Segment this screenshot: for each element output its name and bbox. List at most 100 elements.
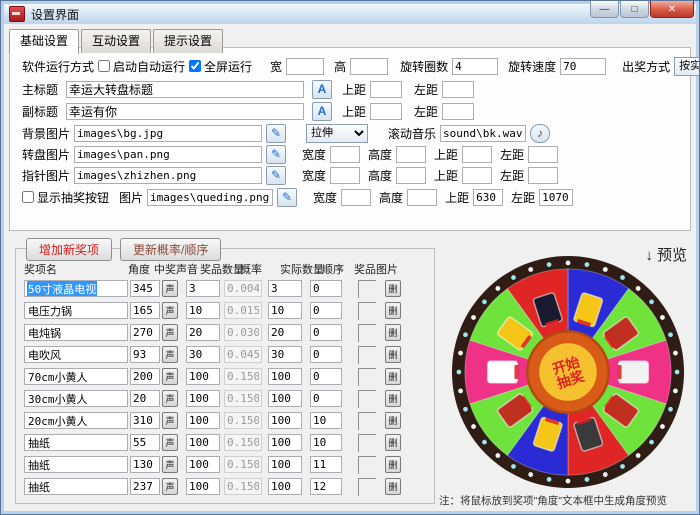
main-title-top-input[interactable] [370,81,402,98]
prize-actual-qty-input[interactable] [268,302,302,319]
prize-delete-button[interactable]: 删 [385,302,401,319]
prize-sound-button[interactable]: 声 [162,478,178,495]
prize-actual-qty-input[interactable] [268,434,302,451]
prize-order-input[interactable] [310,456,342,473]
prize-qty-input[interactable] [186,478,220,495]
prize-image-placeholder[interactable] [358,346,376,364]
prize-mode-select[interactable]: 按实际奖品数出奖 [674,57,700,76]
prize-delete-button[interactable]: 删 [385,456,401,473]
prize-name-input[interactable]: 电吹风 [24,346,128,363]
music-browse-button[interactable]: ♪ [530,124,550,143]
prize-actual-qty-input[interactable] [268,412,302,429]
prize-sound-button[interactable]: 声 [162,456,178,473]
pointer-height-input[interactable] [396,167,426,184]
prize-qty-input[interactable] [186,390,220,407]
main-title-input[interactable] [66,81,304,98]
prize-delete-button[interactable]: 删 [385,478,401,495]
pointer-top-input[interactable] [462,167,492,184]
start-lottery-button[interactable]: 开始抽奖 [527,331,608,412]
wheel-top-input[interactable] [462,146,492,163]
prize-order-input[interactable] [310,434,342,451]
prize-angle-input[interactable] [130,456,160,473]
tab-prompt-settings[interactable]: 提示设置 [153,29,223,53]
prize-name-input[interactable]: 抽纸 [24,434,128,451]
tab-basic-settings[interactable]: 基础设置 [9,29,79,54]
bg-image-input[interactable] [74,125,262,142]
spin-speed-input[interactable] [560,58,606,75]
prize-actual-qty-input[interactable] [268,478,302,495]
wheel-width-input[interactable] [330,146,360,163]
prize-qty-input[interactable] [186,368,220,385]
prize-name-input[interactable]: 电压力锅 [24,302,128,319]
button-image-input[interactable] [147,189,273,206]
wheel-image-browse-button[interactable]: ✎ [266,145,286,164]
prize-delete-button[interactable]: 删 [385,324,401,341]
prize-actual-qty-input[interactable] [268,368,302,385]
prize-qty-input[interactable] [186,280,220,297]
prize-delete-button[interactable]: 删 [385,434,401,451]
button-image-browse-button[interactable]: ✎ [277,188,297,207]
prize-sound-button[interactable]: 声 [162,390,178,407]
prize-qty-input[interactable] [186,302,220,319]
close-button[interactable]: ✕ [650,1,694,18]
prize-image-placeholder[interactable] [358,280,376,298]
screen-width-input[interactable] [286,58,324,75]
prize-actual-qty-input[interactable] [268,346,302,363]
prize-delete-button[interactable]: 删 [385,368,401,385]
prize-image-placeholder[interactable] [358,434,376,452]
button-width-input[interactable] [341,189,371,206]
prize-image-placeholder[interactable] [358,390,376,408]
prize-image-placeholder[interactable] [358,412,376,430]
prize-order-input[interactable] [310,346,342,363]
prize-name-input[interactable]: 30cm小黄人 [24,390,128,407]
prize-delete-button[interactable]: 删 [385,280,401,297]
prize-sound-button[interactable]: 声 [162,346,178,363]
prize-qty-input[interactable] [186,346,220,363]
prize-sound-button[interactable]: 声 [162,368,178,385]
tab-interactive-settings[interactable]: 互动设置 [81,29,151,53]
button-height-input[interactable] [407,189,437,206]
maximize-button[interactable]: □ [620,1,649,18]
prize-image-placeholder[interactable] [358,456,376,474]
prize-sound-button[interactable]: 声 [162,434,178,451]
prize-qty-input[interactable] [186,324,220,341]
button-top-input[interactable] [473,189,503,206]
prize-order-input[interactable] [310,478,342,495]
pointer-left-input[interactable] [528,167,558,184]
auto-run-checkbox[interactable] [98,60,110,72]
prize-name-input[interactable]: 50寸液晶电视 [24,280,128,297]
prize-qty-input[interactable] [186,412,220,429]
prize-actual-qty-input[interactable] [268,390,302,407]
stretch-mode-select[interactable]: 拉伸 [306,124,368,143]
fullscreen-checkbox[interactable] [189,60,201,72]
prize-sound-button[interactable]: 声 [162,302,178,319]
main-title-left-input[interactable] [442,81,474,98]
wheel-height-input[interactable] [396,146,426,163]
button-left-input[interactable] [539,189,573,206]
wheel-image-input[interactable] [74,146,262,163]
prize-angle-input[interactable] [130,280,160,297]
prize-angle-input[interactable] [130,346,160,363]
prize-angle-input[interactable] [130,324,160,341]
prize-qty-input[interactable] [186,434,220,451]
prize-order-input[interactable] [310,368,342,385]
main-title-font-button[interactable]: A [312,80,332,99]
sub-title-top-input[interactable] [370,103,402,120]
sub-title-font-button[interactable]: A [312,102,332,121]
prize-delete-button[interactable]: 删 [385,390,401,407]
wheel-left-input[interactable] [528,146,558,163]
spin-turns-input[interactable] [452,58,498,75]
sub-title-input[interactable] [66,103,304,120]
prize-image-placeholder[interactable] [358,368,376,386]
music-input[interactable] [440,125,526,142]
prize-sound-button[interactable]: 声 [162,412,178,429]
screen-height-input[interactable] [350,58,388,75]
prize-name-input[interactable]: 抽纸 [24,456,128,473]
pointer-width-input[interactable] [330,167,360,184]
prize-angle-input[interactable] [130,390,160,407]
sub-title-left-input[interactable] [442,103,474,120]
prize-actual-qty-input[interactable] [268,280,302,297]
prize-actual-qty-input[interactable] [268,456,302,473]
show-draw-button-checkbox[interactable] [22,191,34,203]
prize-angle-input[interactable] [130,368,160,385]
